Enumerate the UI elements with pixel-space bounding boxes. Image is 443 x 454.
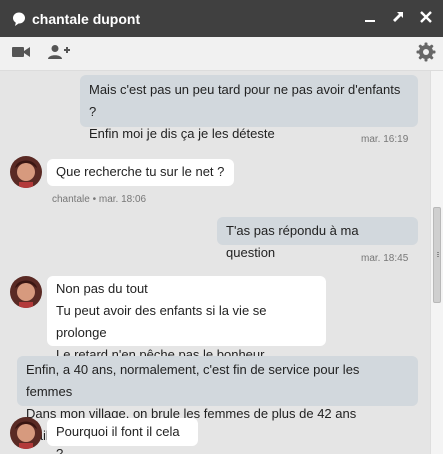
message-incoming: Que recherche tu sur le net ? (47, 159, 234, 186)
scrollbar-thumb[interactable] (433, 207, 441, 303)
scrollbar-grip (437, 256, 439, 257)
message-sender-time: chantale • mar. 18:06 (52, 194, 147, 205)
contact-name: chantale dupont (32, 10, 141, 27)
popout-icon (391, 10, 405, 27)
conversation-area[interactable]: Mais c'est pas un peu tard pour ne pas a… (0, 71, 430, 454)
chat-title-bar[interactable]: chantale dupont (0, 0, 443, 37)
avatar (10, 417, 42, 449)
avatar (10, 276, 42, 308)
popout-button[interactable] (387, 8, 409, 30)
message-line: Mais c'est pas un peu tard pour ne pas a… (89, 82, 401, 119)
scrollbar-grip (437, 254, 439, 255)
add-person-icon (48, 44, 70, 63)
message-outgoing: Enfin, a 40 ans, normalement, c'est fin … (17, 356, 418, 443)
message-timestamp: mar. 16:19 (361, 134, 409, 145)
close-icon (419, 10, 433, 27)
message-incoming: Non pas du tout Tu peut avoir des enfant… (47, 276, 326, 362)
video-camera-icon (11, 45, 31, 62)
minimize-button[interactable] (359, 8, 381, 30)
message-timestamp: mar. 18:45 (361, 253, 409, 264)
add-person-button[interactable] (48, 43, 70, 65)
chat-bubble-icon (12, 12, 26, 26)
scrollbar-grip (437, 252, 439, 253)
avatar (10, 156, 42, 188)
message-outgoing: T'as pas répondu à ma question (217, 217, 418, 260)
message-line: Enfin, a 40 ans, normalement, c'est fin … (26, 362, 360, 399)
message-line: Que recherche tu sur le net ? (56, 164, 225, 179)
message-line: Tu peut avoir des enfants si la vie se p… (56, 303, 267, 340)
gear-icon (416, 42, 436, 65)
conversation-scrollbar[interactable] (430, 71, 443, 454)
video-call-button[interactable] (10, 43, 32, 65)
message-line: Pourquoi il font il cela ? (56, 424, 180, 454)
settings-button[interactable] (415, 42, 437, 65)
close-button[interactable] (415, 8, 437, 30)
message-line: Non pas du tout (56, 281, 148, 296)
message-incoming: Pourquoi il font il cela ? (47, 418, 198, 454)
chat-toolbar (0, 37, 443, 71)
message-outgoing: Mais c'est pas un peu tard pour ne pas a… (80, 75, 418, 141)
minimize-icon (363, 10, 377, 27)
